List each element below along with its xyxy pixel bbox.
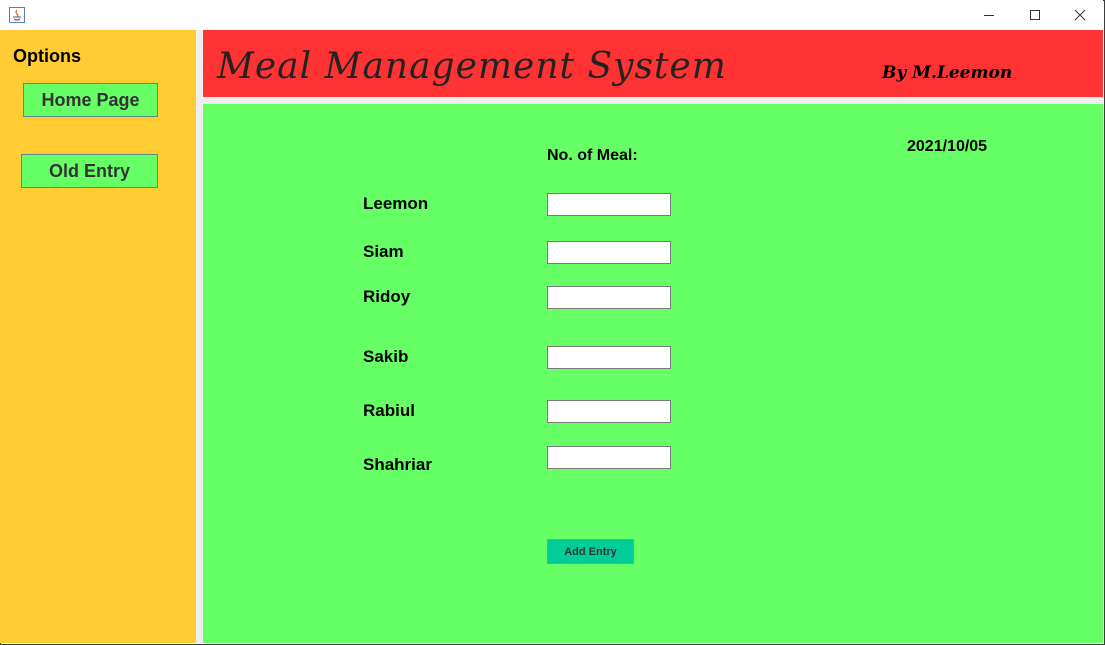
meal-count-input-shahriar[interactable] bbox=[547, 446, 671, 469]
member-name-label: Shahriar bbox=[363, 455, 432, 474]
meal-count-input-sakib[interactable] bbox=[547, 346, 671, 369]
header-banner: Meal Management System By M.Leemon bbox=[203, 30, 1103, 97]
minimize-button[interactable] bbox=[966, 0, 1012, 30]
meal-entry-panel: 2021/10/05 No. of Meal: Leemon Siam Rido… bbox=[203, 104, 1103, 643]
maximize-button[interactable] bbox=[1012, 0, 1058, 30]
options-sidebar: Options Home Page Old Entry bbox=[0, 30, 196, 643]
title-bar[interactable] bbox=[0, 0, 1103, 30]
add-entry-button[interactable]: Add Entry bbox=[547, 539, 634, 564]
minimize-icon bbox=[983, 9, 995, 21]
options-heading: Options bbox=[13, 46, 81, 66]
entry-date: 2021/10/05 bbox=[907, 138, 988, 155]
member-name-label: Ridoy bbox=[363, 287, 411, 306]
maximize-icon bbox=[1029, 9, 1041, 21]
meal-count-heading: No. of Meal: bbox=[547, 147, 638, 164]
meal-count-input-siam[interactable] bbox=[547, 241, 671, 264]
meal-count-input-ridoy[interactable] bbox=[547, 286, 671, 309]
app-title: Meal Management System bbox=[217, 46, 727, 87]
author-byline: By M.Leemon bbox=[882, 63, 1013, 83]
meal-count-input-rabiul[interactable] bbox=[547, 400, 671, 423]
member-name-label: Rabiul bbox=[363, 401, 415, 420]
member-name-label: Siam bbox=[363, 242, 404, 261]
member-name-label: Sakib bbox=[363, 347, 409, 366]
close-button[interactable] bbox=[1057, 0, 1103, 30]
java-app-icon bbox=[9, 7, 25, 23]
member-name-label: Leemon bbox=[363, 194, 429, 213]
meal-count-input-leemon[interactable] bbox=[547, 193, 671, 216]
content-area: Options Home Page Old Entry Meal Managem… bbox=[0, 30, 1103, 643]
close-icon bbox=[1074, 9, 1086, 21]
old-entry-button[interactable]: Old Entry bbox=[21, 154, 158, 188]
home-page-button[interactable]: Home Page bbox=[23, 83, 158, 117]
